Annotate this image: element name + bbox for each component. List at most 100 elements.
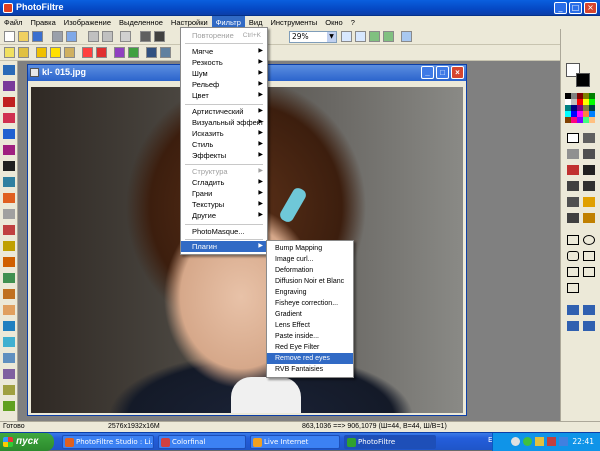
triangle-shape-icon[interactable] (567, 267, 579, 277)
filter-edges[interactable]: Грани ▶ (181, 188, 267, 199)
task-colorfinal[interactable]: Colorfinal (158, 435, 246, 449)
tool-pattern-icon[interactable] (3, 161, 15, 171)
filter-distort[interactable]: Исказить ▶ (181, 128, 267, 139)
new-icon[interactable] (4, 31, 15, 42)
plugin-paste-inside[interactable]: Paste inside... (267, 331, 353, 342)
filter-color[interactable]: Цвет ▶ (181, 90, 267, 101)
scan-icon[interactable] (66, 31, 77, 42)
fill-tool-icon[interactable] (567, 165, 579, 175)
pointer-tool-icon[interactable] (567, 133, 579, 143)
tool-star-icon[interactable] (3, 113, 15, 123)
doc-maximize-button[interactable]: □ (436, 66, 449, 79)
plugin-deformation[interactable]: Deformation (267, 265, 353, 276)
menu-file[interactable]: Файл (0, 16, 26, 29)
color-balance-icon[interactable] (114, 47, 125, 58)
filter-stylize[interactable]: Стиль ▶ (181, 139, 267, 150)
menu-edit[interactable]: Правка (26, 16, 59, 29)
tool-sphere-icon[interactable] (3, 337, 15, 347)
plugin-bump-mapping[interactable]: Bump Mapping (267, 243, 353, 254)
contrast-plus-icon[interactable] (50, 47, 61, 58)
pencil-tool-icon[interactable] (583, 181, 595, 191)
tool-color-icon[interactable] (3, 193, 15, 203)
freehand-shape-icon[interactable] (567, 283, 579, 293)
green-icon[interactable] (128, 47, 139, 58)
tool-gold-icon[interactable] (3, 241, 15, 251)
red-icon[interactable] (82, 47, 93, 58)
tool-orange-icon[interactable] (3, 257, 15, 267)
contrast-icon[interactable] (154, 31, 165, 42)
option-b-icon[interactable] (583, 305, 595, 315)
actual-size-icon[interactable] (383, 31, 394, 42)
doc-minimize-button[interactable]: _ (421, 66, 434, 79)
filter-textures[interactable]: Текстуры ▶ (181, 199, 267, 210)
tool-gradient-icon[interactable] (3, 145, 15, 155)
eyedropper-tool-icon[interactable] (583, 133, 595, 143)
tool-plant-icon[interactable] (3, 273, 15, 283)
tool-circle-icon[interactable] (3, 401, 15, 411)
line-tool-icon[interactable] (583, 149, 595, 159)
filter-photomasque[interactable]: PhotoMasque... (181, 226, 267, 237)
filter-plugin[interactable]: Плагин ▶ (181, 241, 267, 252)
filter-repeat[interactable]: Повторение Ctrl+K (181, 30, 267, 41)
menu-help[interactable]: ? (347, 16, 359, 29)
tool-texture-icon[interactable] (3, 177, 15, 187)
clone-tool-icon[interactable] (567, 213, 579, 223)
color-palette[interactable] (565, 93, 597, 133)
tray-security-icon[interactable] (547, 437, 556, 446)
option-c-icon[interactable] (567, 321, 579, 331)
plugin-remove-red-eyes[interactable]: Remove red eyes (267, 353, 353, 364)
tool-mask-icon[interactable] (3, 97, 15, 107)
plugin-gradient[interactable]: Gradient (267, 309, 353, 320)
tool-fill-icon[interactable] (3, 129, 15, 139)
brush-tool-icon[interactable] (567, 181, 579, 191)
tray-bluetooth-icon[interactable] (559, 437, 568, 446)
minimize-button[interactable]: _ (554, 2, 567, 14)
chevron-down-icon[interactable]: ▼ (327, 32, 336, 42)
doc-close-button[interactable]: × (451, 66, 464, 79)
zoom-in-icon[interactable] (341, 31, 352, 42)
tool-wave-icon[interactable] (3, 353, 15, 363)
rect-shape-icon[interactable] (567, 235, 579, 245)
tool-shadow-icon[interactable] (3, 209, 15, 219)
filter-visual-effect[interactable]: Визуальный эффект ▶ (181, 117, 267, 128)
tray-app-icon[interactable] (523, 437, 532, 446)
tool-frame2-icon[interactable] (3, 289, 15, 299)
plugin-red-eye-filter[interactable]: Red Eye Filter (267, 342, 353, 353)
menu-tools[interactable]: Инструменты (266, 16, 321, 29)
lasso-shape-icon[interactable] (583, 267, 595, 277)
brightness-icon[interactable] (36, 47, 47, 58)
filter-sharpen[interactable]: Резкость ▶ (181, 57, 267, 68)
spray-tool-icon[interactable] (583, 165, 595, 175)
option-d-icon[interactable] (583, 321, 595, 331)
redo-icon[interactable] (102, 31, 113, 42)
tray-network-icon[interactable] (511, 437, 520, 446)
tool-lipstick-icon[interactable] (3, 225, 15, 235)
plugin-engraving[interactable]: Engraving (267, 287, 353, 298)
magic-wand-icon[interactable] (567, 149, 579, 159)
effect-icon[interactable] (146, 47, 157, 58)
maximize-button[interactable]: □ (569, 2, 582, 14)
filter-noise[interactable]: Шум ▶ (181, 68, 267, 79)
zoom-out-icon[interactable] (355, 31, 366, 42)
rgb-icon[interactable] (96, 47, 107, 58)
option-a-icon[interactable] (567, 305, 579, 315)
blur-icon[interactable] (160, 47, 171, 58)
zoom-select[interactable]: 29% ▼ (289, 31, 337, 43)
auto-contrast-icon[interactable] (18, 47, 29, 58)
tool-frame-icon[interactable] (3, 81, 15, 91)
save-icon[interactable] (32, 31, 43, 42)
auto-levels-icon[interactable] (4, 47, 15, 58)
tool-disk-icon[interactable] (3, 385, 15, 395)
filter-artistic[interactable]: Артистический ▶ (181, 106, 267, 117)
smudge-tool-icon[interactable] (583, 197, 595, 207)
filter-effects[interactable]: Эффекты ▶ (181, 150, 267, 161)
tool-film-icon[interactable] (3, 369, 15, 379)
fullscreen-icon[interactable] (401, 31, 412, 42)
polygon-shape-icon[interactable] (583, 251, 595, 261)
plugin-fisheye[interactable]: Fisheye correction... (267, 298, 353, 309)
plugin-diffusion[interactable]: Diffusion Noir et Blanc (267, 276, 353, 287)
plugin-rvb-fantaisies[interactable]: RVB Fantaisies (267, 364, 353, 375)
background-color[interactable] (576, 73, 590, 87)
menu-image[interactable]: Изображение (60, 16, 115, 29)
filter-other[interactable]: Другие ▶ (181, 210, 267, 221)
